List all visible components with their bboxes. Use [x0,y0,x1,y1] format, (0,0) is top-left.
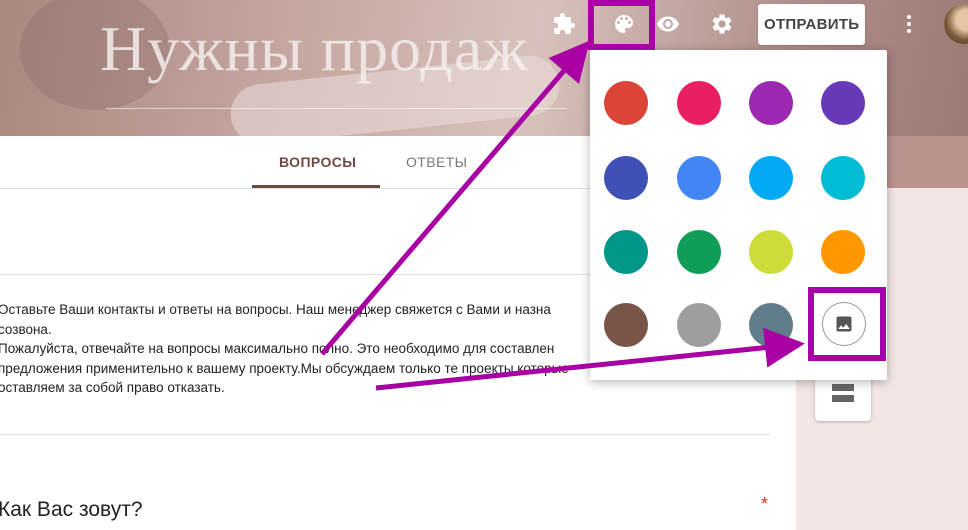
description-line: оставляем за собой право отказать. [0,380,225,395]
color-swatch[interactable] [821,81,865,125]
tab-answers[interactable]: ОТВЕТЫ [406,154,467,170]
color-swatch[interactable] [604,230,648,274]
color-swatch[interactable] [821,156,865,200]
puzzle-icon[interactable] [548,8,580,40]
color-swatch[interactable] [749,156,793,200]
divider [0,434,770,435]
color-swatch[interactable] [604,81,648,125]
eye-icon[interactable] [652,8,684,40]
section-icon-bottom [832,395,854,402]
color-swatch[interactable] [749,81,793,125]
color-swatch[interactable] [749,230,793,274]
palette-highlight-box [588,0,655,50]
question-title[interactable]: Как Вас зовут? [0,498,143,522]
color-swatch[interactable] [677,156,721,200]
form-title[interactable]: Нужны продаж [100,12,528,86]
required-mark: * [761,494,769,514]
color-swatch[interactable] [749,303,793,347]
tab-questions[interactable]: ВОПРОСЫ [279,154,356,170]
color-swatch[interactable] [604,303,648,347]
color-swatch[interactable] [677,303,721,347]
section-icon-top [832,384,854,391]
title-underline [106,108,566,109]
image-highlight-box [808,287,886,361]
color-swatch[interactable] [677,81,721,125]
color-swatch[interactable] [604,156,648,200]
gear-icon[interactable] [706,8,738,40]
color-swatch[interactable] [677,230,721,274]
tab-indicator [252,185,380,188]
send-button[interactable]: ОТПРАВИТЬ [758,4,865,45]
color-swatch[interactable] [821,230,865,274]
more-vert-icon[interactable] [893,8,925,40]
